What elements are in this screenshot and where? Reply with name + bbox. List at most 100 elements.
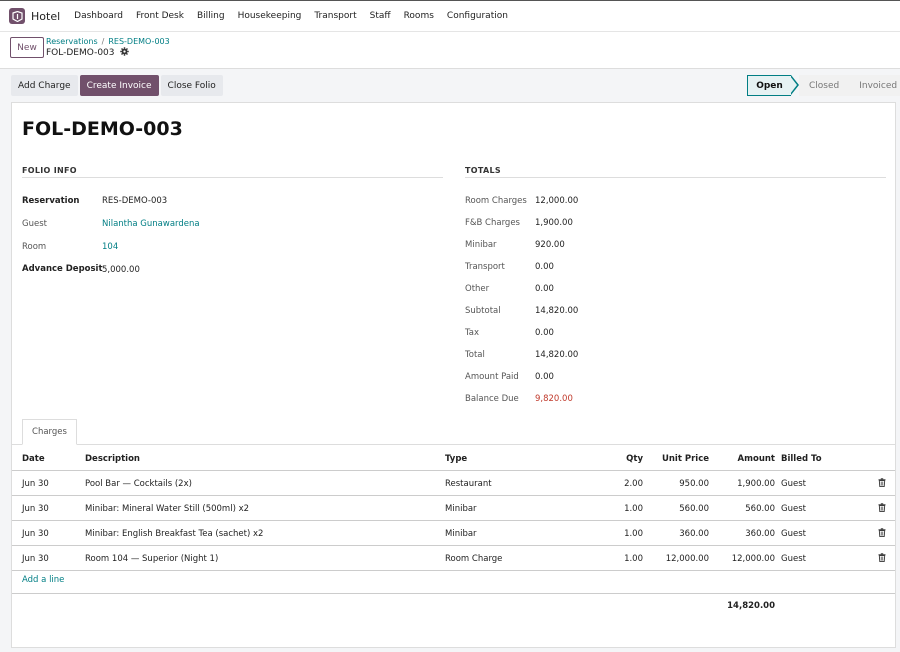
cell-qty: 1.00 xyxy=(624,554,643,564)
guest-label: Guest xyxy=(22,219,47,229)
cell-billed-to: Guest xyxy=(781,529,806,539)
stage-invoiced[interactable]: Invoiced xyxy=(849,75,900,96)
main-menu: Dashboard Front Desk Billing Housekeepin… xyxy=(74,11,521,21)
folio-info-heading: FOLIO INFO xyxy=(22,166,77,175)
cell-description: Room 104 — Superior (Night 1) xyxy=(85,554,219,564)
cell-date: Jun 30 xyxy=(22,529,49,539)
trash-icon[interactable] xyxy=(878,528,886,540)
room-label: Room xyxy=(22,242,47,252)
cell-unit-price: 560.00 xyxy=(679,504,709,514)
column-description[interactable]: Description xyxy=(85,454,140,464)
table-footer-divider xyxy=(12,593,895,594)
cell-unit-price: 360.00 xyxy=(679,529,709,539)
reservation-label: Reservation xyxy=(22,196,80,206)
add-charge-button[interactable]: Add Charge xyxy=(11,75,78,96)
totals-divider xyxy=(465,177,886,178)
advance-deposit-value[interactable]: 5,000.00 xyxy=(102,265,140,275)
breadcrumb-separator: / xyxy=(101,37,105,46)
record-name: FOL-DEMO-003 xyxy=(46,48,115,58)
cell-billed-to: Guest xyxy=(781,504,806,514)
cell-billed-to: Guest xyxy=(781,554,806,564)
menu-housekeeping[interactable]: Housekeeping xyxy=(238,11,302,21)
advance-deposit-label: Advance Deposit xyxy=(22,264,103,274)
menu-front-desk[interactable]: Front Desk xyxy=(136,11,184,21)
menu-staff[interactable]: Staff xyxy=(370,11,391,21)
tab-charges[interactable]: Charges xyxy=(22,419,77,445)
menu-rooms[interactable]: Rooms xyxy=(404,11,434,21)
breadcrumb-reservation[interactable]: RES-DEMO-003 xyxy=(108,37,169,46)
trash-icon[interactable] xyxy=(878,503,886,515)
total-transport-value: 0.00 xyxy=(535,262,554,272)
cell-amount: 12,000.00 xyxy=(731,554,775,564)
control-panel: New Reservations / RES-DEMO-003 FOL-DEMO-0… xyxy=(0,32,900,69)
total-other-value: 0.00 xyxy=(535,284,554,294)
table-footer-total: 14,820.00 xyxy=(727,601,775,611)
create-invoice-button[interactable]: Create Invoice xyxy=(79,75,159,96)
cell-date: Jun 30 xyxy=(22,504,49,514)
room-link[interactable]: 104 xyxy=(102,242,118,252)
new-button[interactable]: New xyxy=(10,37,44,58)
cell-amount: 560.00 xyxy=(745,504,775,514)
total-room-charges-label: Room Charges xyxy=(465,196,527,206)
total-other-label: Other xyxy=(465,284,490,294)
total-total-value: 14,820.00 xyxy=(535,350,579,360)
cell-type: Restaurant xyxy=(445,479,492,489)
total-subtotal-value: 14,820.00 xyxy=(535,306,579,316)
trash-icon[interactable] xyxy=(878,478,886,490)
top-navbar: Hotel Dashboard Front Desk Billing House… xyxy=(0,0,900,32)
folio-title: FOL-DEMO-003 xyxy=(22,118,183,140)
total-minibar-label: Minibar xyxy=(465,240,497,250)
table-row[interactable]: Jun 30 Pool Bar — Cocktails (2x) Restaur… xyxy=(12,471,895,496)
cell-description: Minibar: English Breakfast Tea (sachet) … xyxy=(85,529,264,539)
total-tax-label: Tax xyxy=(465,328,480,338)
breadcrumb-reservations[interactable]: Reservations xyxy=(46,37,98,46)
total-total-label: Total xyxy=(465,350,485,360)
cell-unit-price: 950.00 xyxy=(679,479,709,489)
reservation-value[interactable]: RES-DEMO-003 xyxy=(102,196,167,206)
cell-amount: 1,900.00 xyxy=(737,479,775,489)
cell-billed-to: Guest xyxy=(781,479,806,489)
table-row[interactable]: Jun 30 Room 104 — Superior (Night 1) Roo… xyxy=(12,546,895,571)
menu-billing[interactable]: Billing xyxy=(197,11,225,21)
column-date[interactable]: Date xyxy=(22,454,45,464)
cell-type: Room Charge xyxy=(445,554,503,564)
status-bar: Open Closed Invoiced xyxy=(747,75,900,96)
menu-transport[interactable]: Transport xyxy=(314,11,356,21)
column-type[interactable]: Type xyxy=(445,454,467,464)
folio-info-divider xyxy=(22,177,443,178)
stage-arrow xyxy=(790,75,799,95)
stage-closed[interactable]: Closed xyxy=(799,75,850,96)
total-subtotal-label: Subtotal xyxy=(465,306,501,316)
table-row[interactable]: Jun 30 Minibar: Mineral Water Still (500… xyxy=(12,496,895,521)
column-billed-to[interactable]: Billed To xyxy=(781,454,822,464)
app-name[interactable]: Hotel xyxy=(31,10,60,23)
table-row[interactable]: Jun 30 Minibar: English Breakfast Tea (s… xyxy=(12,521,895,546)
balance-due-value: 9,820.00 xyxy=(535,394,573,404)
action-bar: Add Charge Create Invoice Close Folio xyxy=(11,75,225,96)
gear-icon[interactable] xyxy=(119,47,129,59)
add-line-link[interactable]: Add a line xyxy=(22,575,64,585)
totals-heading: TOTALS xyxy=(465,166,501,175)
guest-link[interactable]: Nilantha Gunawardena xyxy=(102,219,200,229)
balance-due-label: Balance Due xyxy=(465,394,519,404)
cell-date: Jun 30 xyxy=(22,554,49,564)
trash-icon[interactable] xyxy=(878,553,886,565)
cell-qty: 1.00 xyxy=(624,529,643,539)
cell-type: Minibar xyxy=(445,504,477,514)
column-amount[interactable]: Amount xyxy=(712,454,775,464)
total-fb-charges-value: 1,900.00 xyxy=(535,218,573,228)
close-folio-button[interactable]: Close Folio xyxy=(160,75,223,96)
menu-dashboard[interactable]: Dashboard xyxy=(74,11,123,21)
cell-qty: 2.00 xyxy=(624,479,643,489)
column-unit-price[interactable]: Unit Price xyxy=(649,454,709,464)
hotel-app-icon[interactable] xyxy=(9,8,25,24)
cell-date: Jun 30 xyxy=(22,479,49,489)
menu-configuration[interactable]: Configuration xyxy=(447,11,508,21)
stage-open[interactable]: Open xyxy=(747,75,791,96)
total-tax-value: 0.00 xyxy=(535,328,554,338)
cell-description: Minibar: Mineral Water Still (500ml) x2 xyxy=(85,504,250,514)
tab-divider xyxy=(12,444,895,445)
column-qty[interactable]: Qty xyxy=(602,454,643,464)
cell-unit-price: 12,000.00 xyxy=(665,554,709,564)
total-fb-charges-label: F&B Charges xyxy=(465,218,520,228)
